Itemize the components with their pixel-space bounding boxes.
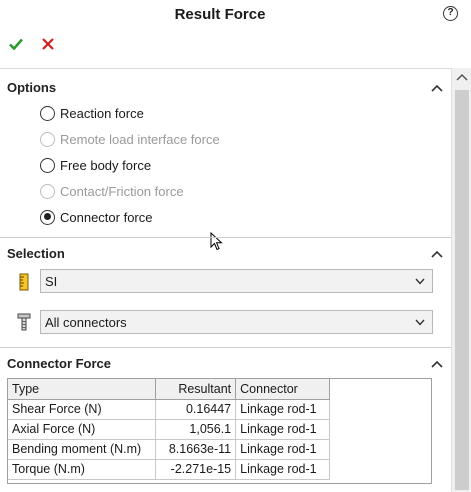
connectors-select-value: All connectors	[45, 315, 127, 330]
radio-button-selected[interactable]	[40, 209, 55, 225]
chevron-down-icon[interactable]	[415, 319, 425, 326]
chevron-down-icon[interactable]	[415, 278, 425, 285]
radio-button[interactable]	[40, 157, 55, 173]
property-manager-header: Result Force ?	[0, 0, 471, 30]
radio-button	[40, 131, 55, 147]
radio-label: Reaction force	[60, 105, 144, 121]
check-icon[interactable]	[8, 36, 24, 52]
table-row[interactable]: Bending moment (N.m) 8.1663e-11 Linkage …	[8, 439, 330, 460]
cell-resultant: 1,056.1	[155, 419, 237, 440]
vertical-scrollbar[interactable]	[451, 68, 471, 492]
selection-section-title: Selection	[7, 246, 65, 261]
table-row[interactable]: Axial Force (N) 1,056.1 Linkage rod-1	[8, 419, 330, 440]
scrollbar-thumb[interactable]	[455, 90, 469, 490]
radio-reaction-force[interactable]: Reaction force	[40, 104, 144, 122]
radio-connector-force[interactable]: Connector force	[40, 208, 153, 226]
cell-resultant: 8.1663e-11	[155, 439, 237, 460]
table-header-row: Type Resultant Connector	[8, 379, 330, 400]
cell-resultant: 0.16447	[155, 399, 237, 420]
radio-label: Free body force	[60, 157, 152, 173]
connector-force-section-title: Connector Force	[7, 356, 112, 371]
help-icon[interactable]: ?	[443, 6, 458, 21]
chevron-up-icon[interactable]	[431, 250, 443, 258]
chevron-up-icon[interactable]	[431, 84, 443, 92]
mouse-cursor-icon	[210, 232, 223, 251]
radio-remote-load-interface-force: Remote load interface force	[40, 130, 220, 148]
section-divider	[0, 237, 451, 238]
result-table: Type Resultant Connector Shear Force (N)…	[8, 379, 330, 480]
cell-type: Bending moment (N.m)	[8, 439, 157, 460]
radio-button[interactable]	[40, 105, 55, 121]
cell-type: Axial Force (N)	[8, 419, 157, 440]
column-header-type[interactable]: Type	[8, 379, 157, 400]
page-title: Result Force	[174, 6, 266, 23]
units-select-value: SI	[45, 274, 58, 289]
radio-label: Contact/Friction force	[60, 183, 184, 199]
bolt-icon	[17, 313, 31, 331]
column-header-resultant[interactable]: Resultant	[155, 379, 237, 400]
table-row[interactable]: Shear Force (N) 0.16447 Linkage rod-1	[8, 399, 330, 420]
cell-connector: Linkage rod-1	[235, 459, 330, 480]
section-divider	[0, 347, 451, 348]
cell-connector: Linkage rod-1	[235, 419, 330, 440]
ruler-icon	[19, 273, 29, 291]
radio-button	[40, 183, 55, 199]
units-select[interactable]: SI	[40, 269, 433, 293]
radio-label: Connector force	[60, 209, 153, 225]
radio-free-body-force[interactable]: Free body force	[40, 156, 151, 174]
column-header-connector[interactable]: Connector	[235, 379, 330, 400]
options-section-title: Options	[7, 80, 57, 95]
close-icon[interactable]	[41, 37, 55, 51]
cell-type: Torque (N.m)	[8, 459, 157, 480]
scroll-up-arrow-icon[interactable]	[456, 72, 468, 82]
table-row[interactable]: Torque (N.m) -2.271e-15 Linkage rod-1	[8, 459, 330, 480]
radio-contact-friction-force: Contact/Friction force	[40, 182, 184, 200]
chevron-up-icon[interactable]	[431, 360, 443, 368]
cell-resultant: -2.271e-15	[155, 459, 237, 480]
connectors-select[interactable]: All connectors	[40, 310, 433, 334]
cell-type: Shear Force (N)	[8, 399, 157, 420]
cell-connector: Linkage rod-1	[235, 399, 330, 420]
action-bar	[0, 34, 471, 60]
cell-connector: Linkage rod-1	[235, 439, 330, 460]
radio-label: Remote load interface force	[60, 131, 220, 147]
connector-force-table: Type Resultant Connector Shear Force (N)…	[7, 378, 432, 484]
